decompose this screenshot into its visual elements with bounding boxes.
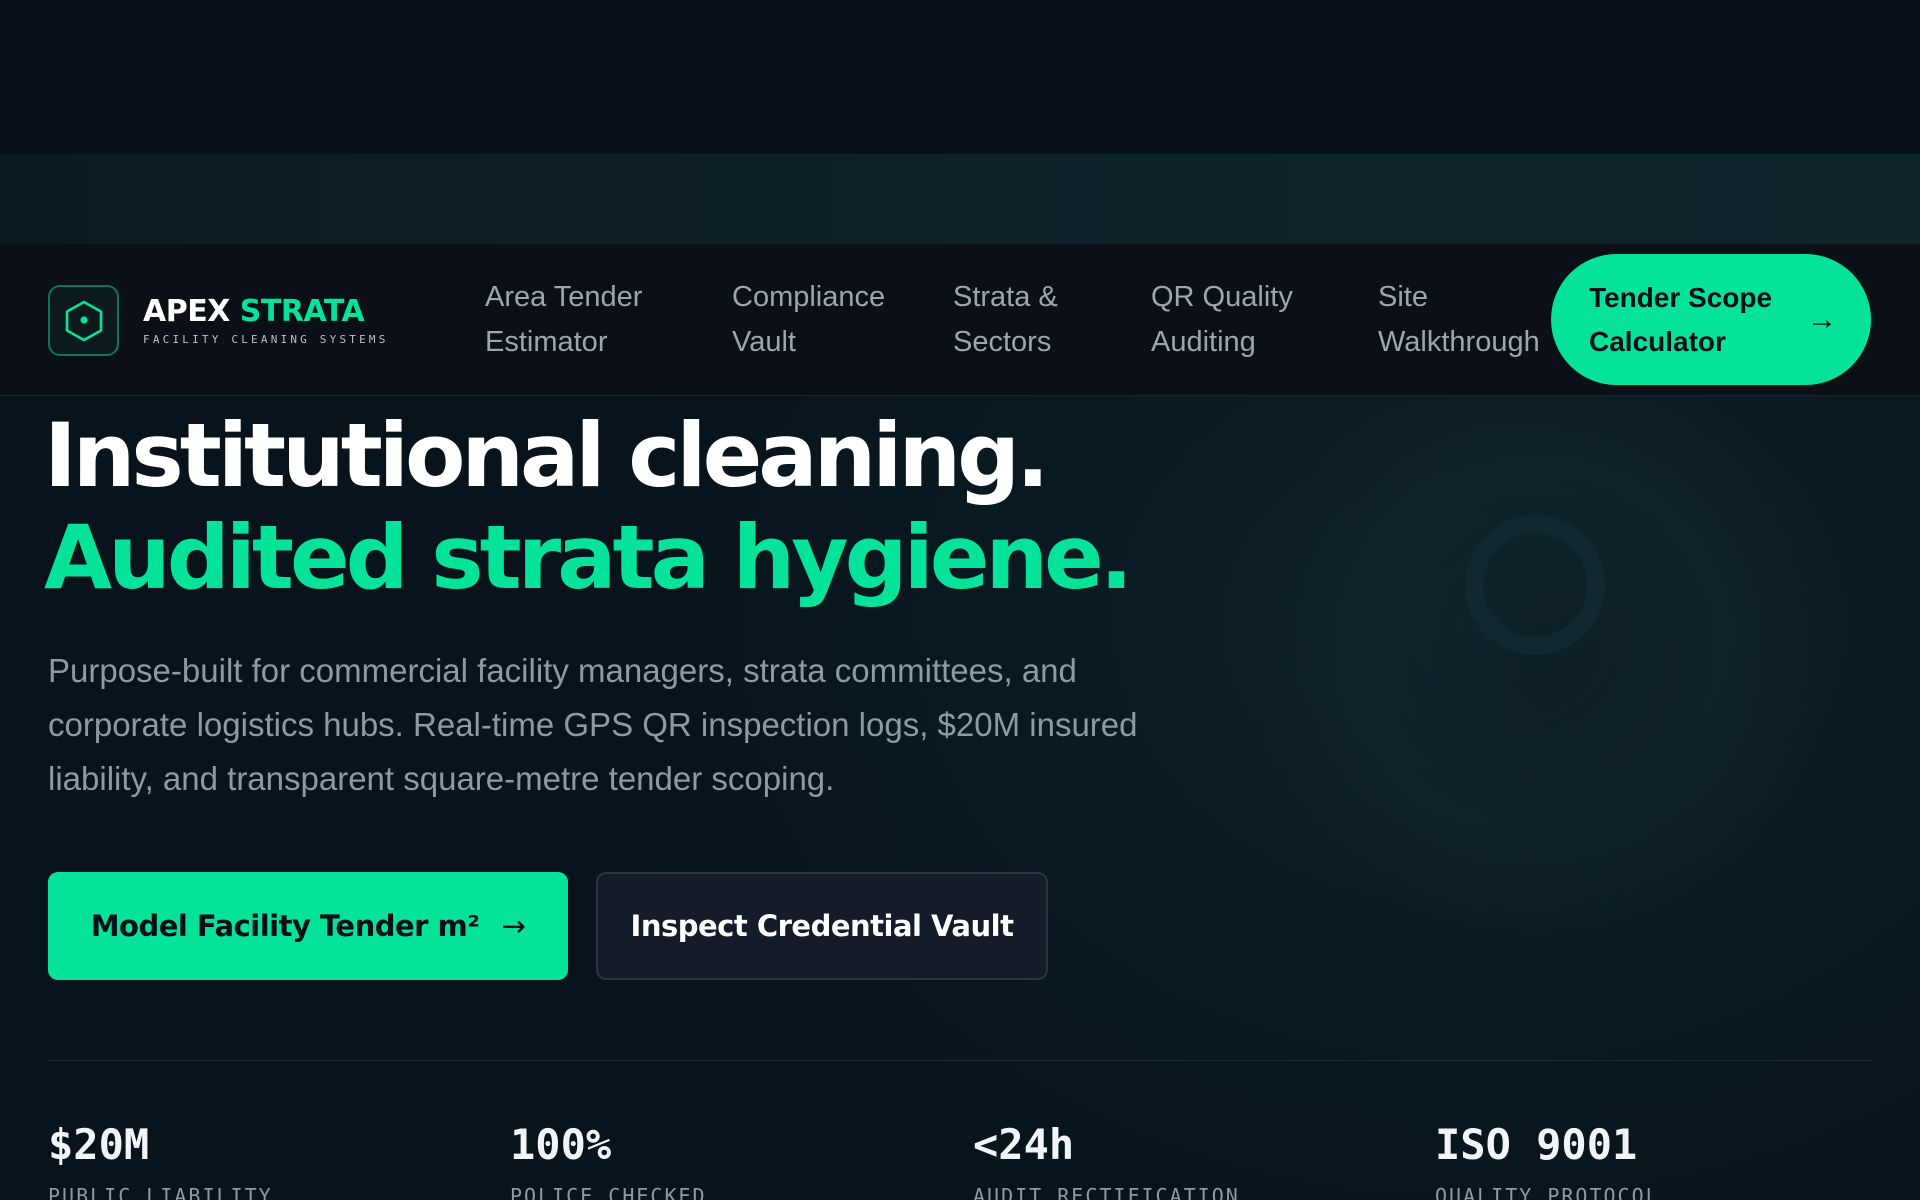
cta-label: Tender Scope Calculator	[1589, 276, 1789, 364]
nav-link-area-tender-estimator[interactable]: Area Tender Estimator	[485, 275, 642, 365]
hero-headline-primary: Institutional cleaning.	[44, 404, 1050, 507]
hero-headline-accent: Audited strata hygiene.	[44, 506, 1133, 609]
model-facility-tender-button[interactable]: Model Facility Tender m² →	[48, 872, 568, 980]
inspect-credential-vault-button[interactable]: Inspect Credential Vault	[596, 872, 1048, 980]
nav-link-line1: QR Quality	[1151, 281, 1293, 313]
nav-link-line1: Strata &	[953, 281, 1058, 313]
stat-police-checked: 100% POLICE CHECKED	[510, 1118, 707, 1200]
nav-link-strata-sectors[interactable]: Strata & Sectors	[953, 275, 1058, 365]
arrow-right-icon: →	[501, 909, 526, 943]
nav-link-line2: Estimator	[485, 326, 608, 358]
stat-value: $20M	[48, 1120, 150, 1169]
stat-value: 100%	[510, 1120, 612, 1169]
nav-link-site-walkthrough[interactable]: Site Walkthrough	[1378, 275, 1540, 365]
nav-link-line2: Walkthrough	[1378, 326, 1540, 358]
decorative-ring	[1465, 515, 1605, 655]
stat-audit-rectification: <24h AUDIT RECTIFICATION	[973, 1118, 1240, 1200]
stat-quality-protocol: ISO 9001 QUALITY PROTOCOL	[1435, 1118, 1660, 1200]
main-navbar: APEX STRATA FACILITY CLEANING SYSTEMS Ar…	[0, 244, 1920, 396]
nav-link-line2: Auditing	[1151, 326, 1256, 358]
brand-name-part2: STRATA	[239, 294, 365, 329]
nav-link-line2: Sectors	[953, 326, 1052, 358]
arrow-right-icon: →	[1807, 302, 1837, 336]
brand-name: APEX STRATA	[143, 295, 389, 329]
stat-label: QUALITY PROTOCOL	[1435, 1184, 1660, 1200]
hexagon-logo-icon	[48, 285, 119, 356]
stat-value: <24h	[973, 1120, 1075, 1169]
brand-text: APEX STRATA FACILITY CLEANING SYSTEMS	[143, 295, 389, 347]
cta-label-line1: Tender Scope	[1589, 281, 1773, 313]
tender-scope-calculator-button[interactable]: Tender Scope Calculator →	[1551, 254, 1871, 385]
nav-link-compliance-vault[interactable]: Compliance Vault	[732, 275, 885, 365]
stat-label: POLICE CHECKED	[510, 1184, 707, 1200]
nav-link-line1: Compliance	[732, 281, 886, 313]
stat-public-liability: $20M PUBLIC LIABILITY	[48, 1118, 273, 1200]
primary-button-label: Model Facility Tender m²	[90, 909, 480, 943]
cta-label-line2: Calculator	[1589, 325, 1726, 357]
brand-tagline: FACILITY CLEANING SYSTEMS	[143, 333, 389, 346]
stat-label: PUBLIC LIABILITY	[48, 1184, 273, 1200]
secondary-button-label: Inspect Credential Vault	[630, 909, 1014, 943]
hero-lead-paragraph: Purpose-built for commercial facility ma…	[48, 652, 1138, 797]
section-divider	[48, 1060, 1872, 1061]
nav-link-line1: Area Tender	[485, 281, 643, 313]
stat-label: AUDIT RECTIFICATION	[973, 1184, 1240, 1200]
nav-link-qr-quality-auditing[interactable]: QR Quality Auditing	[1151, 275, 1293, 365]
top-band	[0, 0, 1920, 154]
nav-link-line1: Site	[1378, 281, 1428, 313]
brand-logo-link[interactable]: APEX STRATA FACILITY CLEANING SYSTEMS	[48, 285, 389, 356]
header-accent-band	[0, 154, 1920, 244]
nav-link-line2: Vault	[732, 326, 796, 358]
brand-name-part1: APEX	[143, 294, 230, 329]
stat-value: ISO 9001	[1435, 1120, 1638, 1169]
